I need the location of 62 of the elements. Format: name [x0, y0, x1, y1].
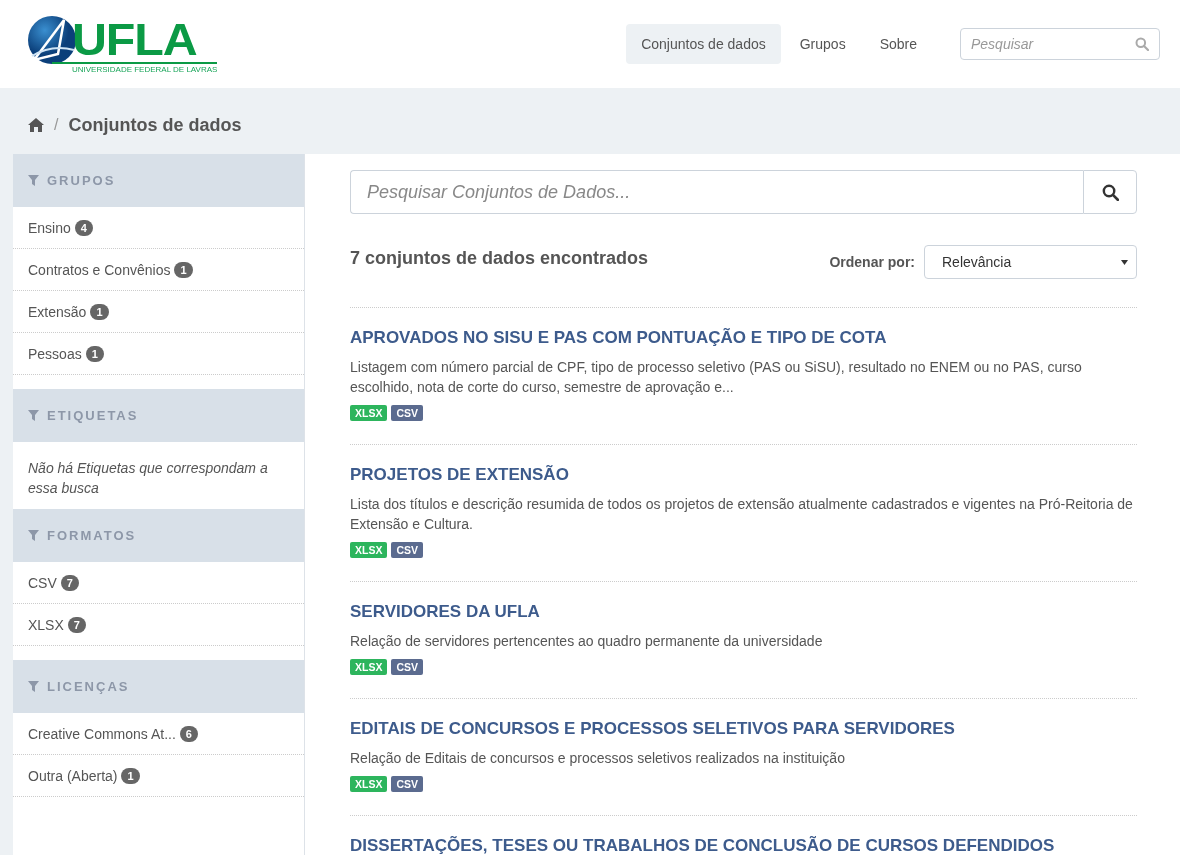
- empty-message: Não há Etiquetas que correspondam a essa busca: [27, 459, 269, 498]
- facet-label: Creative Commons At...: [28, 725, 176, 742]
- breadcrumb-separator: /: [54, 116, 59, 134]
- results-count: 7 conjuntos de dados encontrados: [350, 248, 649, 269]
- facet-item[interactable]: XLSX 7: [13, 604, 304, 646]
- facet-title: LICENÇAS: [47, 679, 130, 694]
- facet-item[interactable]: Pessoas 1: [13, 333, 304, 375]
- search-button[interactable]: [1083, 170, 1137, 214]
- count-badge: 1: [121, 767, 140, 784]
- facet-title: ETIQUETAS: [47, 408, 139, 423]
- facet-item[interactable]: Extensão 1: [13, 291, 304, 333]
- dataset-description: Relação de Editais de concursos e processos seletivos realizados na instituição: [350, 749, 846, 768]
- facet-label: Extensão: [28, 303, 87, 320]
- facet-item[interactable]: Contratos e Convênios 1: [13, 249, 304, 291]
- nav-link[interactable]: Grupos: [784, 24, 861, 64]
- facet-label: CSV: [28, 574, 57, 591]
- facet-title: FORMATOS: [47, 528, 137, 543]
- facet-item[interactable]: Creative Commons At... 6: [13, 713, 304, 755]
- nav-link[interactable]: Conjuntos de dados: [626, 24, 781, 64]
- facet-label: XLSX: [28, 616, 64, 633]
- filter-icon: [28, 530, 39, 541]
- dataset-description: Lista dos títulos e descrição resumida de todos os projetos de extensão atualmente cadastrados e vigentes na Pró-Reitoria de Extensão e Cultura.: [350, 495, 1134, 534]
- facet-item[interactable]: Ensino 4: [13, 207, 304, 249]
- dataset-description: Listagem com número parcial de CPF, tipo de processo seletivo (PAS ou SiSU), resultado no ENEM ou no PAS, curso escolhido, nota de corte do curso, semestre de aprovação e...: [350, 358, 1083, 397]
- count-badge: 7: [67, 616, 86, 633]
- dataset-title-link[interactable]: SERVIDORES DA UFLA: [350, 602, 1137, 622]
- format-tag[interactable]: CSV: [391, 659, 424, 675]
- nav-link[interactable]: Sobre: [864, 24, 932, 64]
- count-badge: 1: [174, 261, 193, 278]
- sort-dropdown[interactable]: Relevância: [924, 245, 1137, 279]
- dataset-search-field[interactable]: Pesquisar Conjuntos de Dados...: [350, 170, 1083, 214]
- dataset-title-link[interactable]: APROVADOS NO SISU E PAS COM PONTUAÇÃO E TIPO DE COTA: [350, 328, 1137, 348]
- logo-subtitle: UNIVERSIDADE FEDERAL DE LAVRAS: [52, 62, 218, 74]
- filter-icon: [28, 681, 39, 692]
- count-badge: 6: [179, 725, 198, 742]
- facet-title: GRUPOS: [47, 173, 116, 188]
- caret-icon: [1121, 259, 1128, 265]
- facet-item[interactable]: CSV 7: [13, 562, 304, 604]
- count-badge: 1: [90, 303, 109, 320]
- dataset-title-link[interactable]: PROJETOS DE EXTENSÃO: [350, 465, 1137, 485]
- count-badge: 1: [85, 345, 104, 362]
- count-badge: 7: [60, 574, 79, 591]
- facet-label: Contratos e Convênios: [28, 261, 171, 278]
- format-tag[interactable]: CSV: [391, 542, 424, 558]
- dataset-description: Relação de servidores pertencentes ao quadro permanente da universidade: [350, 632, 824, 651]
- sort-label: Ordenar por:: [829, 254, 915, 270]
- search-icon: [1101, 183, 1119, 201]
- filter-icon: [28, 410, 39, 421]
- breadcrumb-link[interactable]: Conjuntos de dados: [68, 114, 242, 136]
- format-tag[interactable]: CSV: [391, 776, 424, 792]
- format-tag[interactable]: CSV: [391, 405, 424, 421]
- facet-label: Outra (Aberta): [28, 767, 118, 784]
- logo-wordmark: UFLA: [72, 18, 198, 62]
- search-field[interactable]: Pesquisar: [960, 28, 1160, 60]
- facet-label: Ensino: [28, 219, 71, 236]
- dataset-title-link[interactable]: EDITAIS DE CONCURSOS E PROCESSOS SELETIVOS PARA SERVIDORES: [350, 719, 1137, 739]
- home-icon[interactable]: [28, 118, 44, 132]
- dataset-title-link[interactable]: DISSERTAÇÕES, TESES OU TRABALHOS DE CONCLUSÃO DE CURSOS DEFENDIDOS: [350, 836, 1137, 855]
- facet-label: Pessoas: [28, 345, 82, 362]
- count-badge: 4: [74, 219, 93, 236]
- filter-icon: [28, 175, 39, 186]
- facet-item[interactable]: Outra (Aberta) 1: [13, 755, 304, 797]
